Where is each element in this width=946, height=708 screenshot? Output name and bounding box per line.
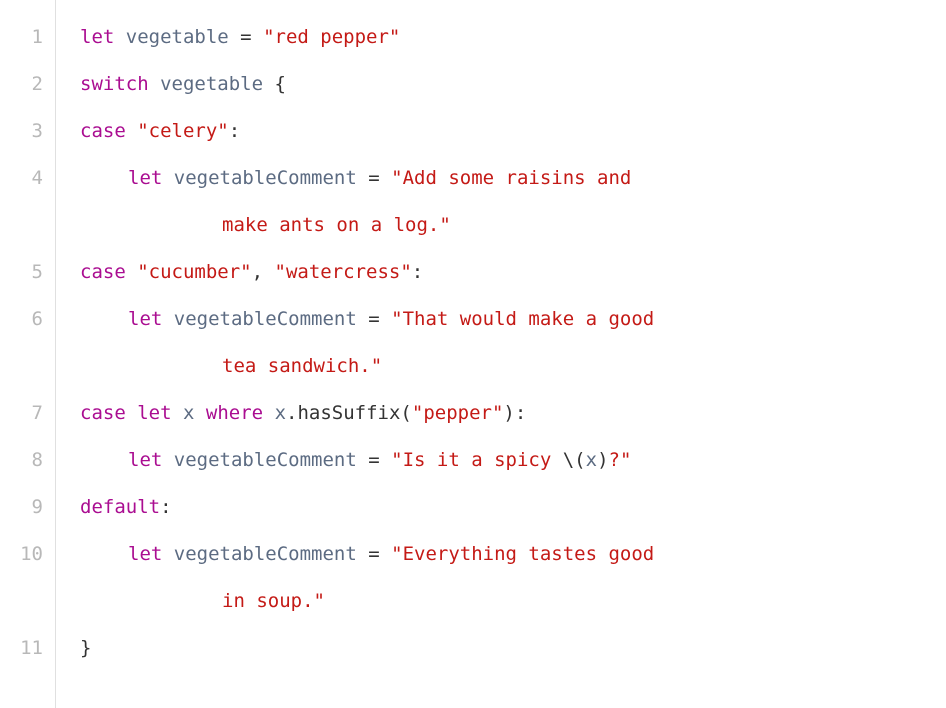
keyword-case: case <box>80 261 126 283</box>
identifier: vegetableComment <box>174 167 357 189</box>
identifier: vegetableComment <box>174 308 357 330</box>
line-number: 4 <box>0 155 43 249</box>
variable: x <box>183 402 194 424</box>
line-number: 9 <box>0 484 43 531</box>
code-line-7[interactable]: case let x where x.hasSuffix("pepper"): <box>80 390 946 437</box>
line-number: 10 <box>0 531 43 625</box>
code-line-4-wrap[interactable]: make ants on a log." <box>80 202 946 249</box>
paren-open: ( <box>400 402 411 424</box>
code-line-8[interactable]: let vegetableComment = "Is it a spicy \(… <box>80 437 946 484</box>
keyword-let: let <box>80 26 114 48</box>
code-line-10-wrap[interactable]: in soup." <box>80 578 946 625</box>
keyword-case: case <box>80 120 126 142</box>
code-line-3[interactable]: case "celery": <box>80 108 946 155</box>
operator-equals: = <box>357 308 391 330</box>
comma: , <box>252 261 275 283</box>
line-number: 8 <box>0 437 43 484</box>
line-number: 7 <box>0 390 43 437</box>
line-number: 5 <box>0 249 43 296</box>
string-literal: make ants on a log." <box>222 214 451 236</box>
code-line-6[interactable]: let vegetableComment = "That would make … <box>80 296 946 343</box>
code-editor[interactable]: let vegetable = "red pepper" switch vege… <box>56 0 946 708</box>
keyword-let: let <box>128 543 162 565</box>
operator-equals: = <box>357 167 391 189</box>
keyword-default: default <box>80 496 160 518</box>
string-literal: "Is it a spicy <box>391 449 563 471</box>
line-number: 2 <box>0 61 43 108</box>
keyword-where: where <box>206 402 263 424</box>
interp-close: ) <box>597 449 608 471</box>
colon: : <box>412 261 423 283</box>
string-literal: "That would make a good <box>391 308 666 330</box>
line-number: 6 <box>0 296 43 390</box>
code-line-5[interactable]: case "cucumber", "watercress": <box>80 249 946 296</box>
string-literal: "pepper" <box>412 402 504 424</box>
string-literal: "Add some raisins and <box>391 167 643 189</box>
paren-close: ) <box>503 402 514 424</box>
keyword-let: let <box>128 449 162 471</box>
string-literal: "cucumber" <box>137 261 251 283</box>
variable: x <box>586 449 597 471</box>
keyword-switch: switch <box>80 73 149 95</box>
line-number: 3 <box>0 108 43 155</box>
line-number-gutter: 1 2 3 4 5 6 7 8 9 10 11 <box>0 0 56 708</box>
string-literal: "celery" <box>137 120 229 142</box>
code-line-9[interactable]: default: <box>80 484 946 531</box>
operator-equals: = <box>357 543 391 565</box>
operator-equals: = <box>357 449 391 471</box>
keyword-let: let <box>128 308 162 330</box>
line-number: 11 <box>0 625 43 672</box>
colon: : <box>515 402 526 424</box>
keyword-let: let <box>128 167 162 189</box>
string-literal: "red pepper" <box>263 26 400 48</box>
keyword-case: case <box>80 402 126 424</box>
identifier: vegetableComment <box>174 543 357 565</box>
code-line-10[interactable]: let vegetableComment = "Everything taste… <box>80 531 946 578</box>
identifier: vegetable <box>160 73 263 95</box>
string-literal: ?" <box>609 449 632 471</box>
brace-close: } <box>80 637 91 659</box>
operator-equals: = <box>229 26 263 48</box>
colon: : <box>229 120 240 142</box>
string-literal: in soup." <box>222 590 325 612</box>
code-line-11[interactable]: } <box>80 625 946 672</box>
method-call: hasSuffix <box>297 402 400 424</box>
code-line-1[interactable]: let vegetable = "red pepper" <box>80 14 946 61</box>
code-line-4[interactable]: let vegetableComment = "Add some raisins… <box>80 155 946 202</box>
code-line-6-wrap[interactable]: tea sandwich." <box>80 343 946 390</box>
code-line-2[interactable]: switch vegetable { <box>80 61 946 108</box>
string-literal: tea sandwich." <box>222 355 382 377</box>
keyword-let: let <box>137 402 171 424</box>
identifier: vegetable <box>126 26 229 48</box>
interp-open: \( <box>563 449 586 471</box>
string-literal: "Everything tastes good <box>391 543 666 565</box>
colon: : <box>160 496 171 518</box>
brace-open: { <box>263 73 286 95</box>
dot: . <box>286 402 297 424</box>
line-number: 1 <box>0 14 43 61</box>
string-literal: "watercress" <box>275 261 412 283</box>
identifier: vegetableComment <box>174 449 357 471</box>
variable: x <box>275 402 286 424</box>
